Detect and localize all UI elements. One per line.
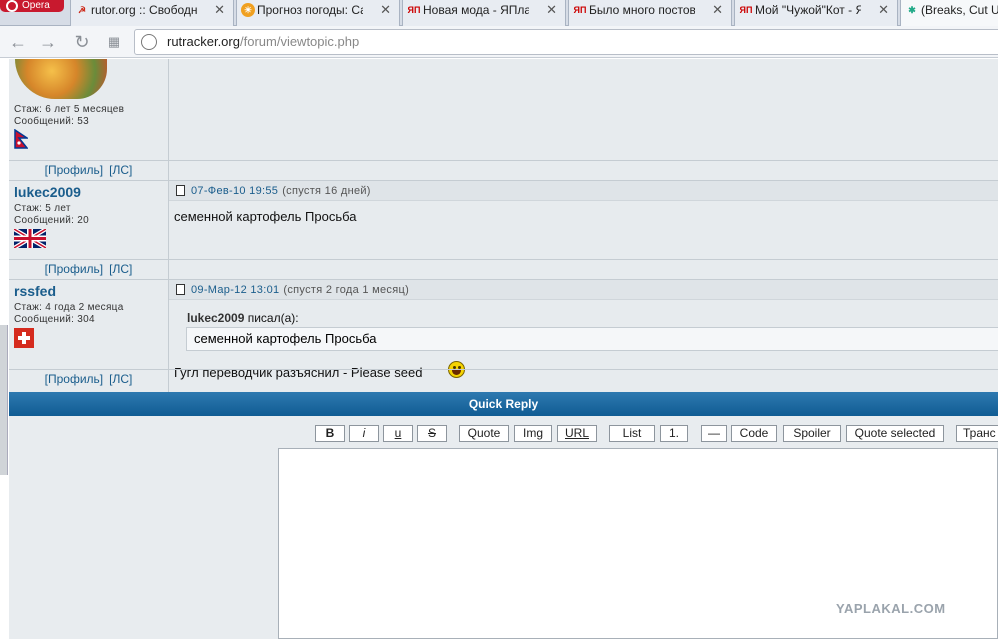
divider xyxy=(9,369,998,370)
quote-block: семенной картофель Просьба xyxy=(186,327,998,351)
post-icon xyxy=(176,284,185,295)
post-since: (спустя 2 года 1 месяц) xyxy=(283,284,410,296)
hammer-sickle-icon: ☭ xyxy=(77,5,87,15)
private-message-link[interactable]: [ЛС] xyxy=(109,163,132,177)
list-button[interactable]: List xyxy=(609,425,655,442)
uk-flag-icon xyxy=(14,229,46,248)
weather-icon: ☀ xyxy=(241,3,255,17)
post-author-panel: rssfed Стаж: 4 года 2 месяца Сообщений: … xyxy=(9,280,169,392)
username[interactable]: lukec2009 xyxy=(14,184,81,200)
user-links: [Профиль] [ЛС] xyxy=(9,372,168,386)
tab-label: Прогноз погоды: Санкт xyxy=(257,3,363,17)
tab-label: Новая мода - ЯПлакалъ xyxy=(423,3,529,17)
translit-button[interactable]: Транс xyxy=(956,425,998,442)
tab-label: rutor.org :: Свободный торрент xyxy=(91,3,197,17)
opera-brand-label: Opera xyxy=(22,0,50,11)
horizontal-rule-button[interactable]: — xyxy=(701,425,727,442)
close-tab-icon[interactable]: ✕ xyxy=(878,0,889,20)
reload-icon[interactable]: ↻ xyxy=(72,32,92,52)
profile-link[interactable]: [Профиль] xyxy=(45,262,103,276)
close-tab-icon[interactable]: ✕ xyxy=(712,0,723,20)
post-text: Гугл переводчик разъяснил - Please seed xyxy=(174,365,423,380)
divider xyxy=(9,160,998,161)
tab-yap-cat[interactable]: ЯП Мой "Чужой"Кот - ЯПлакалъ ✕ xyxy=(734,0,898,26)
url-host: rutracker.org xyxy=(167,34,240,49)
post-date-link[interactable]: 09-Мар-12 13:01 xyxy=(191,284,279,296)
quote-selected-button[interactable]: Quote selected xyxy=(846,425,944,442)
user-links: [Профиль] [ЛС] xyxy=(9,163,168,177)
user-message-count: Сообщений: 20 xyxy=(14,215,90,226)
user-links: [Профиль] [ЛС] xyxy=(9,262,168,276)
quote-wrote-label: писал(а): xyxy=(247,311,299,325)
post-header: 09-Мар-12 13:01 (спустя 2 года 1 месяц) xyxy=(169,280,998,300)
tab-rutor[interactable]: ☭ rutor.org :: Свободный торрент ✕ xyxy=(70,0,234,26)
url-button[interactable]: URL xyxy=(557,425,597,442)
nepal-flag-icon xyxy=(14,129,28,149)
quote-header: lukec2009 писал(а): xyxy=(187,311,299,325)
url-path: /forum/viewtopic.php xyxy=(239,34,360,49)
peacock-icon: ✱ xyxy=(908,5,916,15)
tab-label: Мой "Чужой"Кот - ЯПлакалъ xyxy=(755,3,861,17)
watermark-logo: YAPLAKAL.COM xyxy=(836,601,946,616)
tab-weather[interactable]: ☀ Прогноз погоды: Санкт ✕ xyxy=(236,0,400,26)
tab-label: (Breaks, Cut U xyxy=(921,3,998,17)
close-tab-icon[interactable]: ✕ xyxy=(214,0,225,20)
divider xyxy=(9,259,998,260)
post-since: (спустя 16 дней) xyxy=(282,185,371,197)
tab-yap-posts[interactable]: ЯП Было много постов ✕ xyxy=(568,0,732,26)
code-button[interactable]: Code xyxy=(731,425,777,442)
switzerland-flag-icon xyxy=(14,328,34,348)
post-icon xyxy=(176,185,185,196)
italic-button[interactable]: i xyxy=(349,425,379,442)
tab-active[interactable]: ✱ (Breaks, Cut U xyxy=(900,0,998,26)
profile-link[interactable]: [Профиль] xyxy=(45,163,103,177)
bold-button[interactable]: B xyxy=(315,425,345,442)
yap-icon: ЯП xyxy=(407,5,421,15)
strikethrough-button[interactable]: S xyxy=(417,425,447,442)
spoiler-button[interactable]: Spoiler xyxy=(783,425,841,442)
post-author-panel: Стаж: 6 лет 5 месяцев Сообщений: 53 [Про… xyxy=(9,59,169,180)
underline-button[interactable]: u xyxy=(383,425,413,442)
user-tenure: Стаж: 6 лет 5 месяцев xyxy=(14,104,125,115)
post-body xyxy=(169,59,998,180)
profile-link[interactable]: [Профиль] xyxy=(45,372,103,386)
back-arrow-icon[interactable]: ← xyxy=(8,32,28,52)
user-tenure: Стаж: 4 года 2 месяца xyxy=(14,302,124,313)
quick-reply-header: Quick Reply xyxy=(9,392,998,416)
image-button[interactable]: Img xyxy=(514,425,552,442)
quote-author: lukec2009 xyxy=(187,311,245,325)
opera-logo-icon xyxy=(6,0,18,12)
address-bar[interactable]: rutracker.org/forum/viewtopic.php xyxy=(134,29,998,55)
close-tab-icon[interactable]: ✕ xyxy=(546,0,557,20)
user-tenure: Стаж: 5 лет xyxy=(14,203,71,214)
user-message-count: Сообщений: 53 xyxy=(14,116,90,127)
forum-posts: Стаж: 6 лет 5 месяцев Сообщений: 53 [Про… xyxy=(0,59,998,392)
navigation-bar: ← → ↻ ▦ rutracker.org/forum/viewtopic.ph… xyxy=(0,26,998,58)
tab-label: Было много постов xyxy=(589,3,695,17)
post-text: семенной картофель Просьба xyxy=(174,209,357,224)
yap-icon: ЯП xyxy=(739,5,753,15)
post-date-link[interactable]: 07-Фев-10 19:55 xyxy=(191,185,278,197)
browser-window: { "browser": { "brand": "Opera", "tabs":… xyxy=(0,0,998,639)
user-message-count: Сообщений: 304 xyxy=(14,314,95,325)
globe-icon xyxy=(141,34,157,50)
username[interactable]: rssfed xyxy=(14,283,56,299)
post-body: 07-Фев-10 19:55 (спустя 16 дней) семенной… xyxy=(169,181,998,279)
post-body: 09-Мар-12 13:01 (спустя 2 года 1 месяц) l… xyxy=(169,280,998,392)
ordered-list-button[interactable]: 1. xyxy=(660,425,688,442)
private-message-link[interactable]: [ЛС] xyxy=(109,372,132,386)
tab-yap-fashion[interactable]: ЯП Новая мода - ЯПлакалъ ✕ xyxy=(402,0,566,26)
private-message-link[interactable]: [ЛС] xyxy=(109,262,132,276)
post-header: 07-Фев-10 19:55 (спустя 16 дней) xyxy=(169,181,998,201)
yap-icon: ЯП xyxy=(573,5,587,15)
post-author-panel: lukec2009 Стаж: 5 лет Сообщений: 20 [Про… xyxy=(9,181,169,279)
tab-strip: Opera ☭ rutor.org :: Свободный торрент ✕… xyxy=(0,0,998,26)
quote-button[interactable]: Quote xyxy=(459,425,509,442)
forward-arrow-icon[interactable]: → xyxy=(38,32,58,52)
close-tab-icon[interactable]: ✕ xyxy=(380,0,391,20)
side-scroll-handle[interactable] xyxy=(0,325,8,475)
opera-menu-button[interactable]: Opera xyxy=(0,0,64,12)
user-avatar xyxy=(15,59,107,99)
speed-dial-grid-icon[interactable]: ▦ xyxy=(104,32,124,52)
